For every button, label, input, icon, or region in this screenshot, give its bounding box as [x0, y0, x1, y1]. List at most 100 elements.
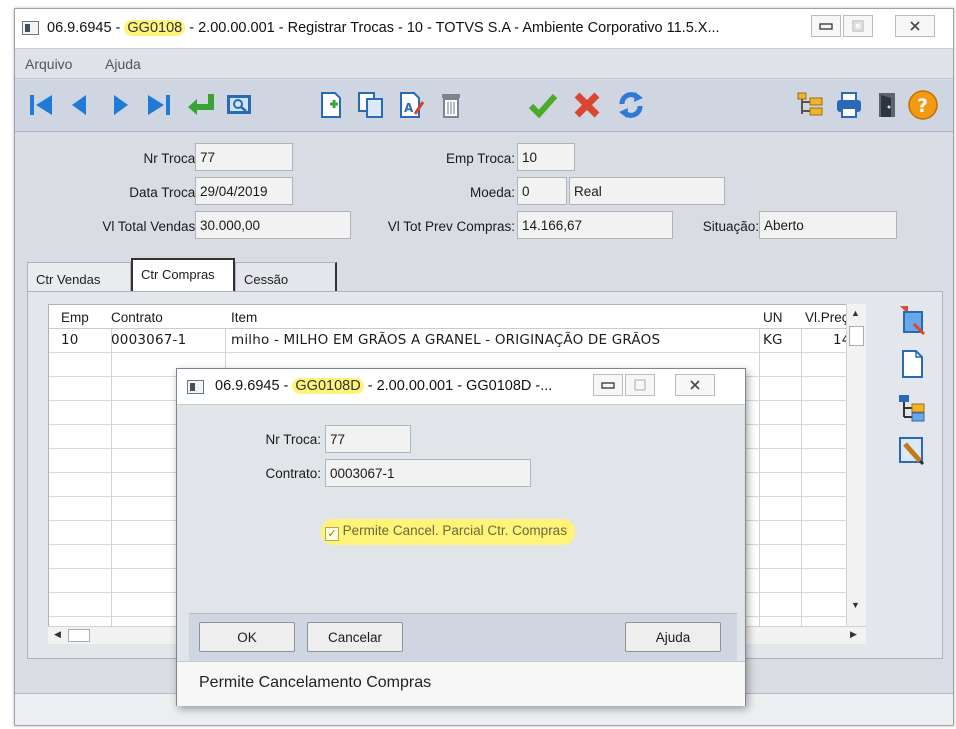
cell-item: milho - MILHO EM GRÃOS A GRANEL - ORIGIN… [231, 332, 661, 348]
vl-total-vendas-field: 30.000,00 [195, 211, 351, 239]
close-icon [910, 21, 920, 31]
moeda-code-field[interactable]: 0 [517, 177, 567, 205]
dialog-status-bar: Permite Cancelamento Compras [177, 661, 745, 706]
scroll-up-arrow-icon[interactable]: ▲ [851, 308, 860, 318]
app-icon [22, 21, 39, 35]
close-icon [690, 380, 700, 390]
partial-cancel-checkbox-label: Permite Cancel. Parcial Ctr. Compras [342, 523, 567, 538]
nr-troca-label: Nr Troca: [143, 151, 199, 166]
grid-divider [111, 329, 112, 639]
cell-un: KG [763, 332, 783, 348]
menu-arquivo[interactable]: Arquivo [25, 56, 72, 72]
dialog-button-bar: OK Cancelar Ajuda [189, 613, 737, 661]
col-contrato[interactable]: Contrato [111, 310, 163, 325]
previous-record-icon[interactable] [63, 89, 95, 121]
vl-tot-prev-compras-label: Vl Tot Prev Compras: [387, 219, 515, 234]
col-item[interactable]: Item [231, 310, 257, 325]
grid-vertical-scrollbar[interactable]: ▲ ▼ [846, 304, 866, 626]
link-contract-icon[interactable] [894, 302, 930, 338]
tree-structure-icon[interactable] [894, 390, 930, 426]
goto-record-icon[interactable] [185, 89, 217, 121]
grid-header: Emp Contrato Item UN Vl.Preço [49, 305, 865, 329]
minimize-button[interactable] [811, 15, 841, 37]
dialog-program-code: GG0108D [292, 378, 364, 394]
edit-icon[interactable]: A [395, 89, 427, 121]
moeda-label: Moeda: [469, 185, 515, 200]
tab-cessao[interactable]: Cessão [235, 262, 337, 292]
svg-text:A: A [404, 101, 414, 115]
data-troca-label: Data Troca: [129, 185, 199, 200]
title-bar[interactable]: 06.9.6945 - GG0108 - 2.00.00.001 - Regis… [15, 9, 953, 49]
scroll-thumb-horizontal[interactable] [68, 629, 90, 642]
maximize-icon [852, 20, 864, 32]
toolbar: A ? [15, 80, 953, 132]
cancel-x-icon[interactable] [571, 89, 603, 121]
header-panel: Nr Troca: 77 Emp Troca: 10 Data Troca: 2… [23, 137, 947, 247]
delete-icon[interactable] [435, 89, 467, 121]
partial-cancel-checkbox-row[interactable]: ✓ Permite Cancel. Parcial Ctr. Compras [321, 519, 575, 545]
dialog-close-button[interactable] [675, 374, 715, 396]
title-suffix: - 2.00.00.001 - Registrar Trocas - 10 - … [185, 20, 720, 36]
vl-tot-prev-compras-field: 14.166,67 [517, 211, 673, 239]
zoom-icon[interactable] [223, 89, 255, 121]
situacao-label: Situação: [702, 219, 759, 234]
col-emp[interactable]: Emp [61, 310, 89, 325]
menu-bar: Arquivo Ajuda [15, 49, 953, 79]
tree-navigation-icon[interactable] [795, 89, 827, 121]
emp-troca-label: Emp Troca: [445, 151, 515, 166]
close-button[interactable] [895, 15, 935, 37]
first-record-icon[interactable] [25, 89, 57, 121]
copy-icon[interactable] [355, 89, 387, 121]
exit-door-icon[interactable] [871, 89, 903, 121]
scroll-thumb[interactable] [849, 326, 864, 346]
new-document-icon[interactable] [315, 89, 347, 121]
next-record-icon[interactable] [105, 89, 137, 121]
svg-text:?: ? [917, 95, 928, 117]
tab-ctr-vendas[interactable]: Ctr Vendas [27, 262, 131, 292]
dialog-status-text: Permite Cancelamento Compras [199, 674, 432, 691]
minimize-icon [601, 382, 615, 389]
scroll-left-arrow-icon[interactable]: ◀ [54, 629, 61, 640]
cancel-dialog: 06.9.6945 - GG0108D - 2.00.00.001 - GG01… [176, 368, 746, 706]
grid-divider [759, 329, 760, 639]
cancel-button[interactable]: Cancelar [307, 622, 403, 652]
check-icon[interactable]: ✓ [325, 527, 339, 541]
confirm-check-icon[interactable] [527, 89, 559, 121]
dialog-title-suffix: - 2.00.00.001 - GG0108D -... [363, 378, 553, 394]
help-question-icon[interactable]: ? [907, 89, 939, 121]
dialog-title-bar[interactable]: 06.9.6945 - GG0108D - 2.00.00.001 - GG01… [177, 369, 745, 405]
refresh-icon[interactable] [615, 89, 647, 121]
nr-troca-field[interactable]: 77 [195, 143, 293, 171]
dialog-title-prefix: 06.9.6945 - [215, 378, 293, 394]
grid-divider [801, 329, 802, 639]
dialog-contrato-field[interactable]: 0003067-1 [325, 459, 531, 487]
maximize-button[interactable] [843, 15, 873, 37]
cell-contrato: 0003067-1 [111, 332, 187, 348]
col-un[interactable]: UN [763, 310, 783, 325]
title-prefix: 06.9.6945 - [47, 20, 125, 36]
cell-emp: 10 [61, 332, 79, 348]
help-button[interactable]: Ajuda [625, 622, 721, 652]
vl-total-vendas-label: Vl Total Vendas: [102, 219, 199, 234]
maximize-icon [634, 379, 646, 391]
print-icon[interactable] [833, 89, 865, 121]
dialog-minimize-button[interactable] [593, 374, 623, 396]
scroll-down-arrow-icon[interactable]: ▼ [851, 600, 860, 610]
dialog-nr-troca-field[interactable]: 77 [325, 425, 411, 453]
dialog-nr-troca-label: Nr Troca: [265, 432, 321, 447]
document-icon[interactable] [894, 346, 930, 382]
tab-ctr-compras[interactable]: Ctr Compras [131, 258, 235, 292]
edit-pencil-icon[interactable] [894, 432, 930, 468]
scroll-right-arrow-icon[interactable]: ▶ [850, 629, 857, 640]
dialog-app-icon [187, 380, 204, 394]
emp-troca-field[interactable]: 10 [517, 143, 575, 171]
table-row[interactable]: 10 0003067-1 milho - MILHO EM GRÃOS A GR… [49, 329, 865, 353]
minimize-icon [819, 23, 833, 30]
situacao-field: Aberto [759, 211, 897, 239]
data-troca-field[interactable]: 29/04/2019 [195, 177, 293, 205]
ok-button[interactable]: OK [199, 622, 295, 652]
dialog-contrato-label: Contrato: [265, 466, 321, 481]
last-record-icon[interactable] [143, 89, 175, 121]
dialog-maximize-button[interactable] [625, 374, 655, 396]
menu-ajuda[interactable]: Ajuda [105, 56, 141, 72]
